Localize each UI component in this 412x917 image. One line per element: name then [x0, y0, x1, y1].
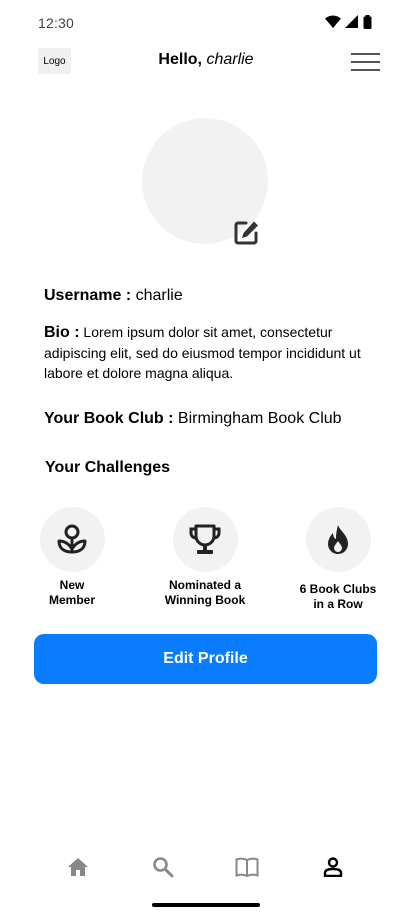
username-label: Username :: [44, 287, 132, 304]
battery-icon: [363, 15, 372, 29]
badge-circle: [172, 507, 238, 572]
edit-icon[interactable]: [233, 219, 260, 246]
home-indicator: [152, 903, 260, 907]
nav-search[interactable]: [148, 854, 178, 880]
flame-icon: [328, 524, 348, 554]
signal-icon: [345, 15, 358, 28]
greeting-hello: Hello,: [158, 51, 207, 68]
badge-circle: [39, 507, 105, 572]
username-row: Username : charlie: [44, 287, 384, 305]
bio-label: Bio :: [44, 324, 80, 341]
trophy-icon: [189, 524, 221, 554]
bio-value: Lorem ipsum dolor sit amet, consectetur …: [44, 324, 361, 381]
book-club-value: Birmingham Book Club: [173, 410, 342, 427]
badge-circle: [305, 507, 371, 572]
app-header: Logo Hello, charlie: [0, 44, 412, 80]
badge-label: Nominated a Winning Book: [164, 578, 246, 607]
challenge-badge-new-member[interactable]: New Member: [7, 507, 137, 608]
edit-profile-button[interactable]: Edit Profile: [34, 634, 377, 684]
sprout-icon: [57, 524, 87, 553]
nav-profile[interactable]: [318, 854, 348, 880]
username-value: charlie: [131, 287, 183, 304]
badge-label: New Member: [48, 578, 95, 607]
challenges-title: Your Challenges: [45, 459, 171, 476]
home-icon: [68, 858, 88, 876]
profile-icon: [323, 857, 343, 877]
greeting-name: charlie: [206, 51, 254, 68]
challenge-badge-nominated[interactable]: Nominated a Winning Book: [140, 507, 270, 608]
book-club-label: Your Book Club :: [44, 410, 174, 427]
status-bar: 12:30: [0, 0, 412, 48]
nav-home[interactable]: [63, 854, 93, 880]
nav-books[interactable]: [232, 854, 262, 880]
book-club-row: Your Book Club : Birmingham Book Club: [44, 410, 384, 428]
wifi-icon: [325, 15, 341, 28]
bio-row: Bio : Lorem ipsum dolor sit amet, consec…: [44, 322, 384, 383]
status-time: 12:30: [38, 15, 75, 31]
status-icons: [325, 15, 372, 29]
hamburger-menu-icon[interactable]: [351, 51, 380, 73]
book-icon: [235, 857, 259, 877]
bottom-nav: [0, 848, 412, 884]
challenge-badge-streak[interactable]: 6 Book Clubs in a Row: [273, 507, 403, 612]
badge-label: 6 Book Clubs in a Row: [299, 582, 377, 611]
search-icon: [153, 857, 174, 878]
